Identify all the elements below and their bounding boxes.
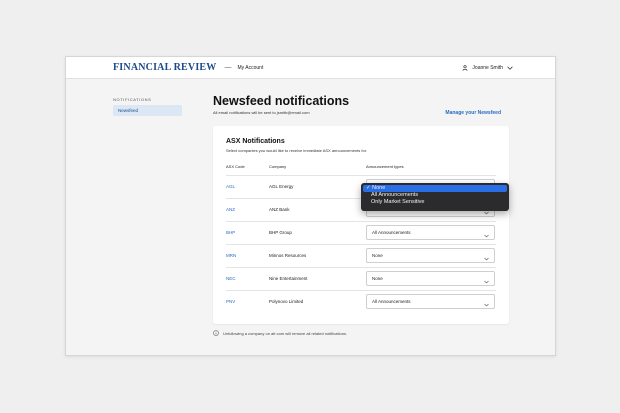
page-title: Newsfeed notifications bbox=[213, 94, 350, 108]
select-value: All Announcements bbox=[372, 230, 411, 235]
announcement-type-select[interactable]: None bbox=[366, 271, 495, 286]
company-name: Polynovo Limited bbox=[269, 299, 304, 304]
table-row: MRN Minnos Resources None bbox=[226, 245, 496, 267]
table-row: BHP BHP Group All Announcements bbox=[226, 222, 496, 244]
card-description: Select companies you would like to recei… bbox=[226, 148, 367, 153]
table-row: PNV Polynovo Limited All Announcements bbox=[226, 291, 496, 313]
sidebar-item-newsfeed[interactable]: Newsfeed bbox=[113, 105, 182, 116]
chevron-down-icon bbox=[484, 230, 489, 243]
chevron-down-icon bbox=[484, 299, 489, 312]
site-logo[interactable]: FINANCIAL REVIEW bbox=[113, 62, 217, 73]
user-menu[interactable]: Joanne Smith bbox=[462, 57, 513, 79]
asx-code-link[interactable]: ANZ bbox=[226, 207, 235, 212]
asx-notifications-card: ASX Notifications Select companies you w… bbox=[213, 126, 509, 324]
asx-code-link[interactable]: AGL bbox=[226, 184, 235, 189]
footer-note-text: Unfollowing a company on afr.com will re… bbox=[223, 331, 348, 336]
asx-code-link[interactable]: MRN bbox=[226, 253, 236, 258]
company-name: Minnos Resources bbox=[269, 253, 307, 258]
announcement-type-select[interactable]: All Announcements bbox=[366, 225, 495, 240]
asx-code-link[interactable]: NEC bbox=[226, 276, 236, 281]
info-icon bbox=[213, 330, 219, 337]
asx-code-link[interactable]: BHP bbox=[226, 230, 235, 235]
company-name: ANZ Bank bbox=[269, 207, 290, 212]
chevron-down-icon bbox=[484, 253, 489, 266]
breadcrumb-separator: — bbox=[224, 64, 232, 71]
announcement-type-dropdown-menu: ✓ None All Announcements Only Market Sen… bbox=[361, 183, 509, 211]
select-value: None bbox=[372, 253, 383, 258]
company-name: AGL Energy bbox=[269, 184, 294, 189]
dropdown-option-only-market-sensitive[interactable]: Only Market Sensitive bbox=[363, 199, 507, 206]
page-subtitle: All email notifications will be sent to … bbox=[213, 110, 310, 115]
chevron-down-icon bbox=[507, 66, 513, 70]
sidebar-heading: NOTIFICATIONS bbox=[113, 97, 152, 102]
dropdown-option-none[interactable]: ✓ None bbox=[363, 185, 507, 192]
announcement-type-select[interactable]: None bbox=[366, 248, 495, 263]
manage-newsfeed-link[interactable]: Manage your Newsfeed bbox=[445, 110, 501, 116]
select-value: None bbox=[372, 276, 383, 281]
company-name: Nine Entertainment bbox=[269, 276, 308, 281]
breadcrumb-my-account[interactable]: My Account bbox=[238, 65, 264, 71]
column-header-company: Company bbox=[269, 164, 287, 169]
footer-note: Unfollowing a company on afr.com will re… bbox=[213, 330, 347, 337]
table-row: NEC Nine Entertainment None bbox=[226, 268, 496, 290]
company-name: BHP Group bbox=[269, 230, 292, 235]
select-value: All Announcements bbox=[372, 299, 411, 304]
dropdown-option-all-announcements[interactable]: All Announcements bbox=[363, 192, 507, 199]
user-name: Joanne Smith bbox=[472, 65, 503, 71]
card-title: ASX Notifications bbox=[226, 138, 285, 145]
top-bar: FINANCIAL REVIEW — My Account Joanne Smi… bbox=[66, 57, 555, 79]
chevron-down-icon bbox=[484, 276, 489, 289]
column-header-code: ASX Code bbox=[226, 164, 245, 169]
column-header-announcements: Announcement types bbox=[366, 164, 404, 169]
person-icon bbox=[462, 65, 468, 71]
asx-code-link[interactable]: PNV bbox=[226, 299, 235, 304]
announcement-type-select[interactable]: All Announcements bbox=[366, 294, 495, 309]
